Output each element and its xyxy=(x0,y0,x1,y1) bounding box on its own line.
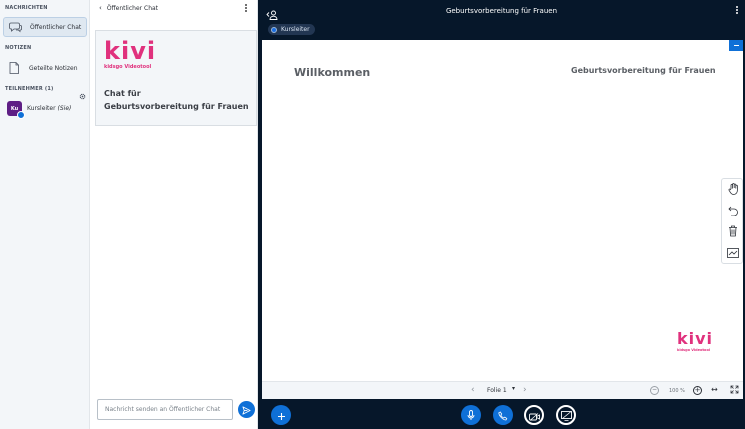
chat-title[interactable]: Öffentlicher Chat xyxy=(107,5,158,12)
presenter-name: Kursleiter xyxy=(281,26,310,33)
fullscreen-icon[interactable] xyxy=(730,385,739,396)
next-slide-icon[interactable]: › xyxy=(523,385,527,395)
zoom-in-icon[interactable]: + xyxy=(693,386,702,395)
microphone-icon xyxy=(467,406,475,425)
minimize-presentation-button[interactable] xyxy=(729,40,743,51)
presentation-footer: ‹ Folie 1 ▾ › − 100 % + ↔ xyxy=(262,381,743,399)
microphone-button[interactable] xyxy=(461,405,481,425)
talking-indicator-icon xyxy=(271,26,277,33)
multi-user-whiteboard-button[interactable] xyxy=(725,244,741,260)
phone-icon xyxy=(498,406,508,425)
zoom-level: 100 % xyxy=(669,388,685,394)
plus-icon xyxy=(277,406,286,425)
slide-kivi-logo: kivi xyxy=(677,329,714,348)
undo-icon xyxy=(727,201,739,220)
slide-kivi-subtitle: kidsgo Videotool xyxy=(677,348,711,352)
public-chat-item[interactable]: Öffentlicher Chat xyxy=(3,17,87,37)
send-icon xyxy=(242,400,251,419)
undo-button[interactable] xyxy=(725,202,741,218)
slide-selector[interactable]: Folie 1 xyxy=(487,387,507,394)
shared-notes-item[interactable]: Geteilte Notizen xyxy=(3,58,87,78)
previous-slide-icon[interactable]: ‹ xyxy=(471,385,475,395)
user-list-item[interactable]: Kursleiter (Sie) xyxy=(27,105,71,112)
slide-welcome-text: Willkommen xyxy=(294,66,371,79)
whiteboard-toolbar xyxy=(721,178,743,264)
actions-button[interactable] xyxy=(271,405,291,425)
welcome-title: Chat für Geburtsvorbereitung für Frauen xyxy=(104,87,249,113)
clear-annotations-button[interactable] xyxy=(725,223,741,239)
presentation-slide[interactable]: Willkommen Geburtsvorbereitung für Fraue… xyxy=(262,40,743,399)
fit-to-width-icon[interactable]: ↔ xyxy=(711,385,718,394)
screenshare-icon xyxy=(560,406,572,425)
hand-tool-button[interactable] xyxy=(725,181,741,197)
send-message-button[interactable] xyxy=(238,401,255,418)
camera-icon xyxy=(528,406,540,425)
kivi-logo: kivi xyxy=(104,37,157,65)
shared-notes-label: Geteilte Notizen xyxy=(29,64,78,72)
caret-down-icon[interactable]: ▾ xyxy=(512,385,515,392)
chat-input-placeholder: Nachricht senden an Öffentlicher Chat xyxy=(105,406,221,413)
user-name: Kursleiter xyxy=(27,105,56,112)
user-list-panel: NACHRICHTEN Öffentlicher Chat NOTIZEN Ge… xyxy=(0,0,90,429)
chat-options-icon[interactable] xyxy=(245,3,248,14)
options-menu-icon[interactable] xyxy=(736,5,739,16)
meeting-title: Geburtsvorbereitung für Frauen xyxy=(445,7,558,15)
presenter-indicator-icon xyxy=(17,111,25,119)
share-webcam-button[interactable] xyxy=(524,405,544,425)
welcome-line-2: Geburtsvorbereitung für Frauen xyxy=(104,102,249,111)
hand-icon xyxy=(728,180,739,199)
welcome-line-1: Chat für xyxy=(104,89,141,98)
kivi-logo-subtitle: kidsgo Videotool xyxy=(104,64,152,70)
messages-section-title: NACHRICHTEN xyxy=(5,5,48,11)
slide-course-title: Geburtsvorbereitung für Frauen xyxy=(571,66,716,75)
user-you-tag: (Sie) xyxy=(57,105,72,112)
notes-section-title: NOTIZEN xyxy=(5,45,32,51)
public-chat-label: Öffentlicher Chat xyxy=(30,23,82,31)
leave-audio-button[interactable] xyxy=(493,405,513,425)
chat-panel: ‹ Öffentlicher Chat kivi kidsgo Videotoo… xyxy=(90,0,258,429)
participants-section-title: TEILNEHMER (1) xyxy=(5,86,54,92)
share-screen-button[interactable] xyxy=(556,405,576,425)
trash-icon xyxy=(728,222,738,241)
avatar[interactable]: Ku xyxy=(7,101,25,119)
main-area: Geburtsvorbereitung für Frauen Kursleite… xyxy=(258,0,745,429)
zoom-out-icon[interactable]: − xyxy=(650,386,659,395)
chevron-left-icon[interactable]: ‹ xyxy=(99,4,102,12)
avatar-initials: Ku xyxy=(10,105,19,112)
minus-icon xyxy=(733,45,739,46)
presenter-badge: Kursleiter xyxy=(268,24,315,35)
chat-header: ‹ Öffentlicher Chat xyxy=(90,0,258,16)
chat-welcome-card: kivi kidsgo Videotool Chat für Geburtsvo… xyxy=(95,30,257,126)
chat-bubble-icon xyxy=(8,20,22,34)
note-icon xyxy=(7,61,21,75)
gear-icon[interactable] xyxy=(79,85,86,100)
chart-icon xyxy=(727,243,739,262)
chat-message-input[interactable]: Nachricht senden an Öffentlicher Chat xyxy=(97,399,233,420)
